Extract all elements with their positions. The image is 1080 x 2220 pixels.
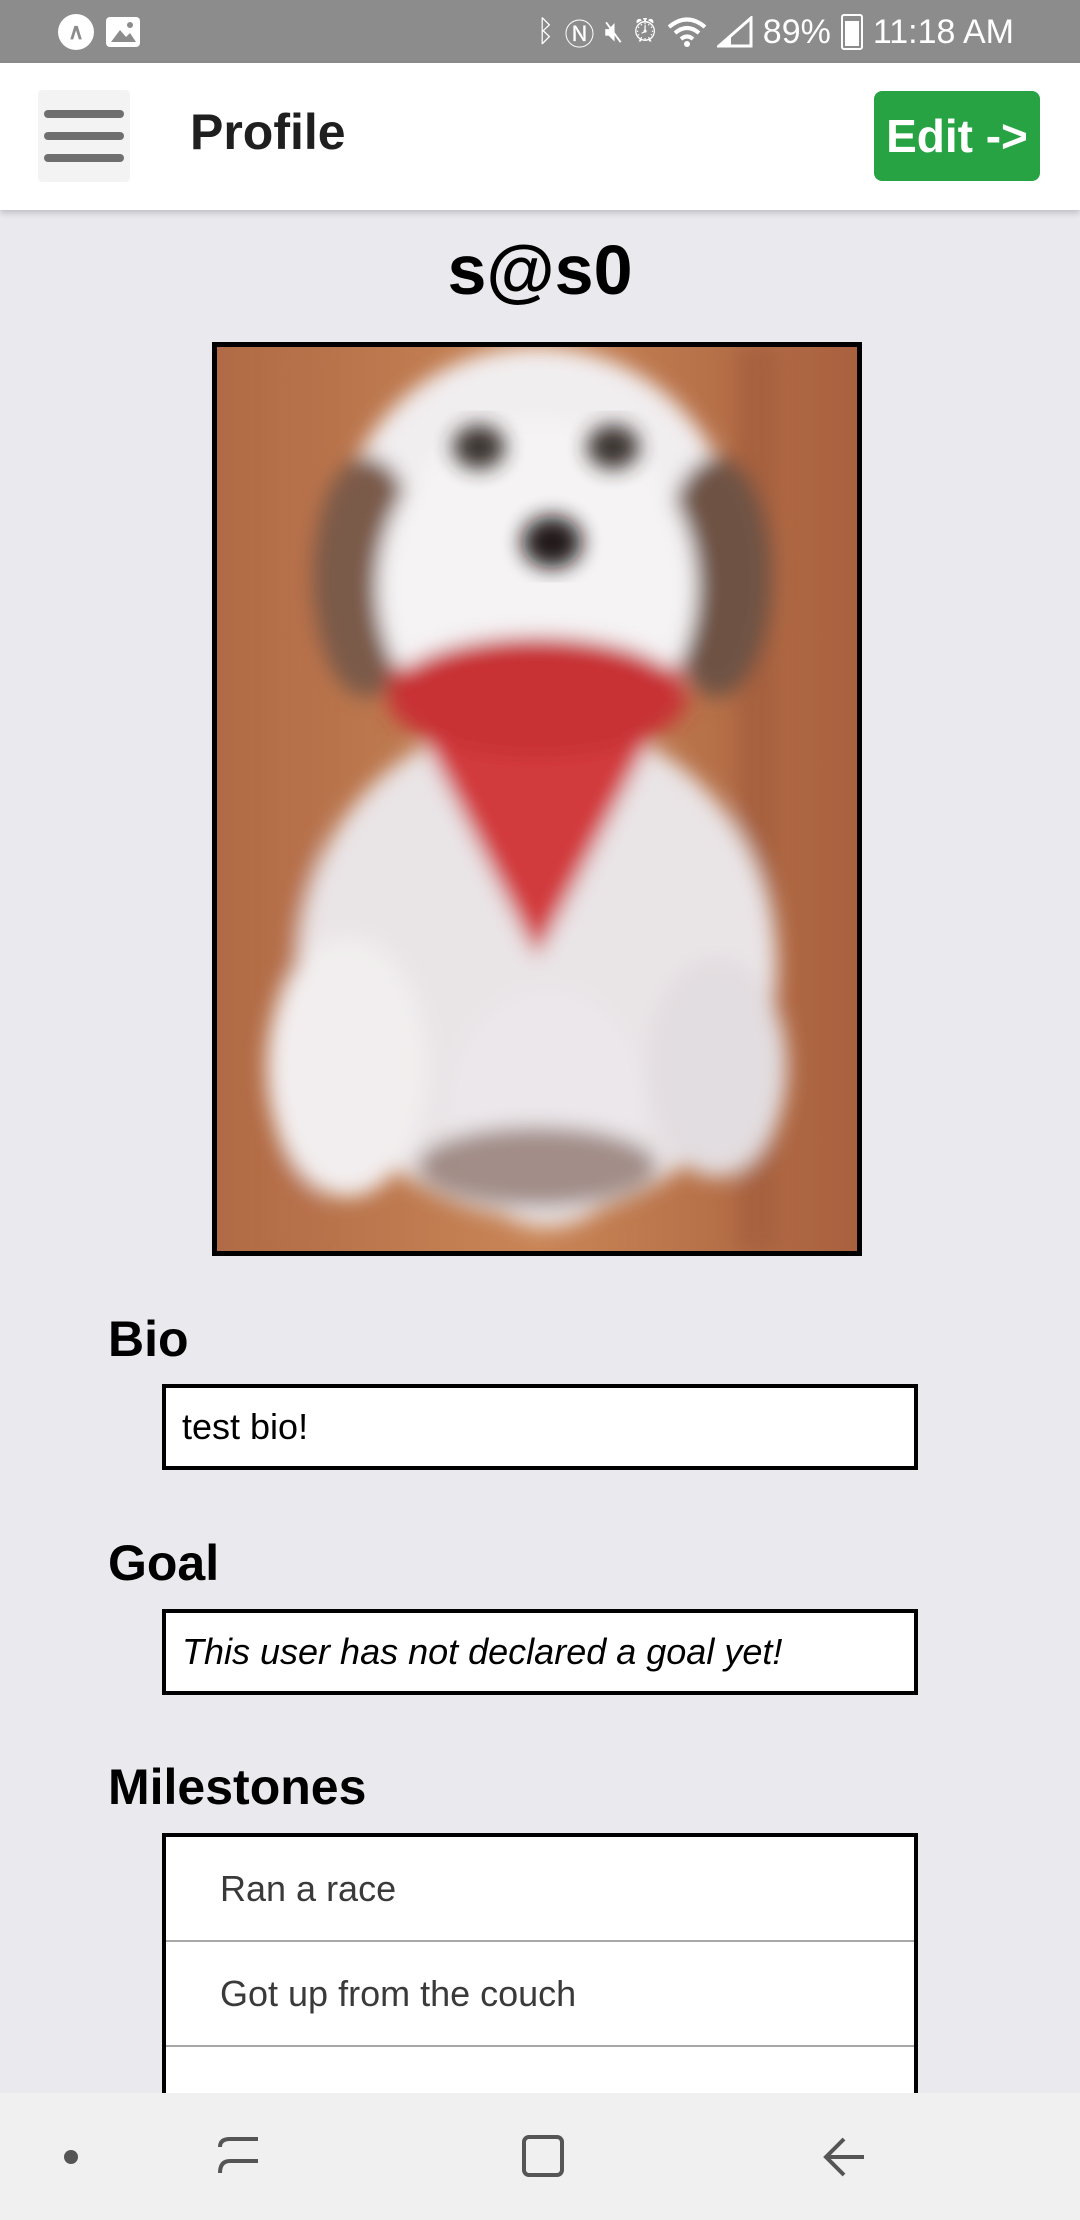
hamburger-menu-icon[interactable] [38, 90, 130, 182]
nfc-icon: Ⓝ [564, 19, 595, 52]
edit-button[interactable]: Edit -> [874, 91, 1040, 181]
battery-percent: 89% [762, 12, 831, 51]
bio-field: test bio! [162, 1384, 918, 1470]
android-auto-icon: ∧ [58, 14, 94, 50]
profile-photo [212, 342, 862, 1256]
list-item[interactable]: Ran a race [166, 1837, 914, 1942]
app-header: Profile Edit -> [0, 63, 1080, 210]
alarm-icon: ⏰︎ [633, 15, 657, 48]
milestones-list[interactable]: Ran a race Got up from the couch [162, 1833, 918, 2093]
list-item[interactable]: Got up from the couch [166, 1942, 914, 2047]
status-left-icons: ∧ [58, 14, 140, 50]
goal-label: Goal [108, 1535, 220, 1591]
page-title: Profile [190, 104, 346, 160]
recent-apps-icon[interactable] [214, 2131, 264, 2183]
clock: 11:18 AM [872, 12, 1014, 51]
signal-icon [716, 16, 753, 48]
battery-icon [840, 14, 863, 50]
back-icon[interactable] [820, 2131, 870, 2183]
bluetooth-icon: ᛒ [536, 15, 555, 48]
image-icon [106, 17, 140, 47]
profile-username: s@s0 [447, 231, 633, 309]
goal-field: This user has not declared a goal yet! [162, 1609, 918, 1695]
status-bar: ∧ ᛒ Ⓝ 🔇︎ ⏰︎ 89% 11:18 AM [0, 0, 1080, 63]
status-right-icons: ᛒ Ⓝ 🔇︎ ⏰︎ 89% 11:18 AM [536, 10, 1014, 54]
wifi-icon [667, 17, 707, 47]
home-icon[interactable] [518, 2129, 568, 2181]
system-nav-bar [0, 2093, 1080, 2220]
list-item[interactable] [166, 2047, 914, 2093]
mute-icon: 🔇︎ [604, 15, 624, 48]
dot-icon [64, 2150, 78, 2164]
milestones-label: Milestones [108, 1759, 367, 1815]
bio-label: Bio [108, 1311, 189, 1367]
